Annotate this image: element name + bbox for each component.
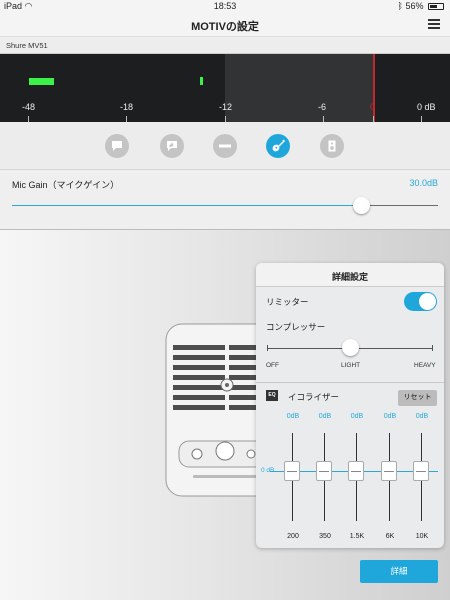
mic-gain-fill [12,205,362,206]
eq-band-frequency: 200 [287,533,299,540]
meter-tick-label: -48 [22,102,36,112]
mic-gain-label: Mic Gain（マイクゲイン） [12,180,120,190]
level-meter: -48 -18 -12 -6 0 0 dB [0,54,450,122]
battery-icon [428,3,444,10]
eq-band-value: 0dB [318,413,332,420]
bluetooth-icon: ᛒ [397,1,403,11]
mic-gain-section: Mic Gain（マイクゲイン） 30.0dB [0,170,450,230]
preset-speech-icon[interactable] [105,134,129,158]
equalizer-label: イコライザー [288,392,340,402]
preset-singing-icon[interactable] [160,134,184,158]
mic-gain-slider-thumb[interactable] [352,197,370,214]
compressor-label: コンプレッサー [266,322,326,332]
compressor-tick [267,345,268,351]
eq-reset-button[interactable]: リセット [398,390,437,406]
preset-bar [0,122,450,170]
eq-band-frequency: 6K [385,533,395,540]
eq-band-slider-thumb[interactable] [284,461,300,481]
compressor-option-off: OFF [266,362,279,369]
eq-band-slider-thumb[interactable] [348,461,364,481]
compressor-option-heavy: HEAVY [414,362,436,369]
device-bar: Shure MV51 [0,37,450,54]
eq-band-value: 0dB [383,413,397,420]
compressor-option-light: LIGHT [341,362,361,369]
eq-band-frequency: 1.5K [349,533,365,540]
status-right: ᛒ 56% [398,1,444,11]
menu-icon[interactable] [428,19,440,29]
compressor-slider-thumb[interactable] [342,339,359,356]
eq-zero-label: 0 dB [261,467,275,474]
compressor-tick [432,345,433,351]
clock: 18:53 [213,1,237,11]
preset-guitar-icon[interactable] [266,134,290,158]
meter-target-zone [225,54,373,122]
meter-tick-label: 0 dB [417,102,436,112]
meter-tick-label: -12 [219,102,233,112]
meter-peak-marker [200,77,203,85]
eq-band-slider-thumb[interactable] [381,461,397,481]
eq-band-slider-thumb[interactable] [413,461,429,481]
panel-title: 詳細設定 [331,272,368,282]
eq-band-slider-thumb[interactable] [316,461,332,481]
meter-tick-label: -6 [318,102,327,112]
preset-flat-icon[interactable] [213,134,237,158]
eq-band-value: 0dB [286,413,300,420]
eq-badge-icon: EQ [266,390,278,401]
limiter-label: リミッター [266,297,309,307]
eq-band-value: 0dB [415,413,429,420]
eq-band-frequency: 350 [319,533,331,540]
details-button[interactable]: 詳細 [360,560,438,583]
meter-tick-label: 0 [370,102,376,112]
eq-band-frequency: 10K [415,533,429,540]
mic-gain-value: 30.0dB [409,178,438,188]
advanced-settings-panel: 詳細設定 リミッター コンプレッサー OFF LIGHT HEAVY EQ イコ… [256,263,444,548]
meter-tick-label: -18 [120,102,134,112]
meter-level-bar [29,78,54,85]
nav-bar: MOTIVの設定 [0,13,450,37]
divider [256,382,444,383]
status-bar: iPad ◠ 18:53 ᛒ 56% [0,0,450,13]
eq-band-value: 0dB [350,413,364,420]
battery-percent: 56% [405,1,424,11]
device-name: Shure MV51 [6,41,48,50]
preset-speaker-icon[interactable] [320,134,344,158]
panel-header: 詳細設定 [256,263,444,287]
limiter-toggle[interactable] [404,292,437,311]
page-title: MOTIVの設定 [191,21,259,33]
